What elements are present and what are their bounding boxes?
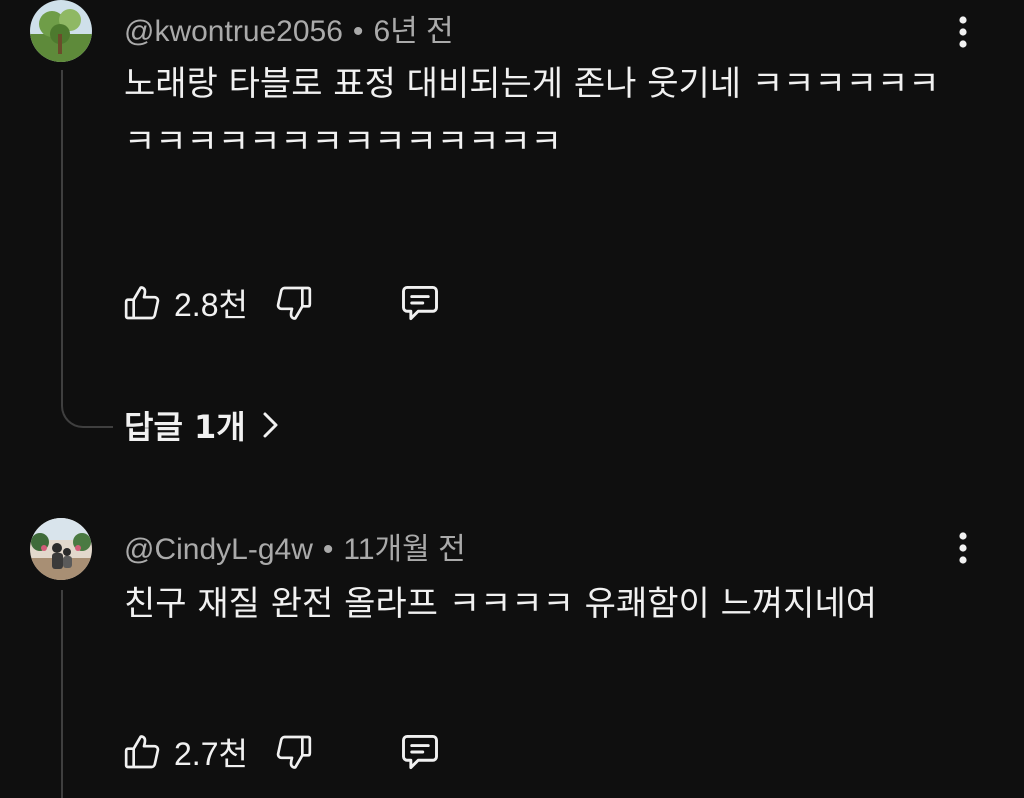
author-name[interactable]: @CindyL-g4w [124,533,313,566]
avatar[interactable] [30,518,92,580]
more-options-button[interactable] [946,528,980,568]
comment-text: 친구 재질 완전 올라프 ㅋㅋㅋㅋ 유쾌함이 느껴지네여 [124,584,878,624]
comment: @CindyL-g4w • 11개월 전 친구 재질 완전 올라프 ㅋㅋㅋㅋ 유쾌함… [0,0,1024,798]
comment-actions: 2.7천 [122,730,442,774]
separator-dot: • [322,533,334,566]
dislike-button[interactable] [274,732,314,772]
comment-time[interactable]: 11개월 전 [343,533,465,566]
avatar-image [30,518,92,580]
like-count: 2.7천 [174,736,248,772]
comment-icon [401,734,438,770]
thumbs-up-icon [124,735,160,769]
like-button[interactable] [122,732,162,772]
reply-button[interactable] [398,730,442,774]
thumbs-down-icon [276,735,312,769]
comment-meta: @CindyL-g4w • 11개월 전 [124,524,466,568]
vertical-ellipsis-icon [959,532,967,564]
